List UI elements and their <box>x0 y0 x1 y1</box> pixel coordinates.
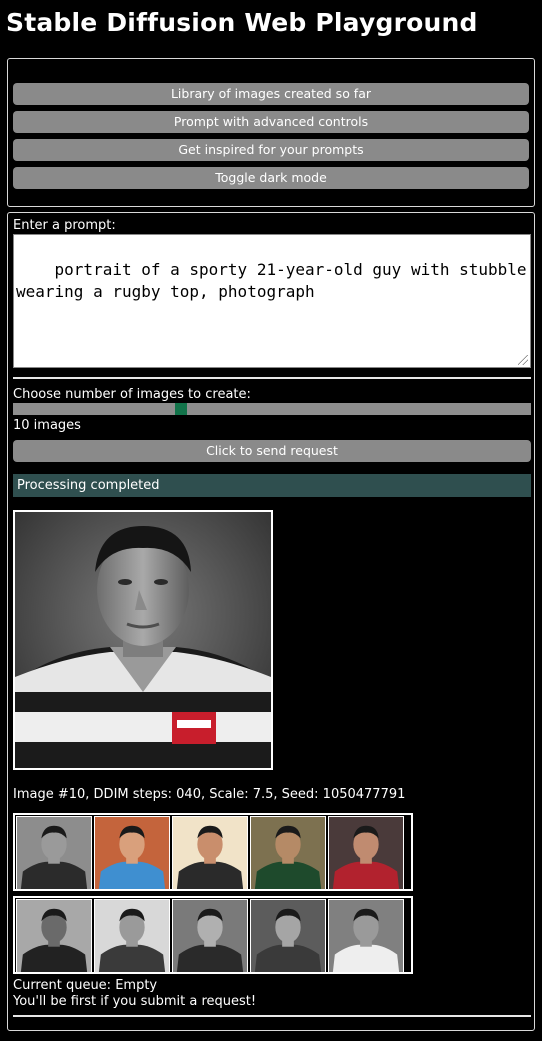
result-caption: Image #10, DDIM steps: 040, Scale: 7.5, … <box>13 787 406 802</box>
get-inspired-button[interactable]: Get inspired for your prompts <box>13 139 529 161</box>
thumbnail-image <box>95 900 169 972</box>
image-count-slider[interactable] <box>13 403 531 415</box>
thumb-9[interactable] <box>250 899 326 973</box>
thumbnail-image <box>173 900 247 972</box>
thumbnail-row-2 <box>13 896 413 974</box>
thumbnail-image <box>251 900 325 972</box>
thumb-5[interactable] <box>328 816 404 890</box>
main-panel: Enter a prompt: portrait of a sporty 21-… <box>7 212 535 1031</box>
thumbnail-image <box>95 817 169 889</box>
divider <box>13 377 531 379</box>
thumbnail-image <box>173 817 247 889</box>
thumb-6[interactable] <box>16 899 92 973</box>
send-request-button[interactable]: Click to send request <box>13 440 531 462</box>
thumbnail-image <box>251 817 325 889</box>
thumb-2[interactable] <box>94 816 170 890</box>
prompt-label: Enter a prompt: <box>13 218 116 233</box>
thumbnail-image <box>17 817 91 889</box>
prompt-textarea[interactable]: portrait of a sporty 21-year-old guy wit… <box>13 234 531 368</box>
toggle-dark-mode-button[interactable]: Toggle dark mode <box>13 167 529 189</box>
prompt-text: portrait of a sporty 21-year-old guy wit… <box>16 260 537 301</box>
result-image[interactable] <box>13 510 273 770</box>
image-count-value: 10 images <box>13 418 81 433</box>
thumbnail-row-1 <box>13 813 413 891</box>
status-bar: Processing completed <box>13 474 531 497</box>
library-button[interactable]: Library of images created so far <box>13 83 529 105</box>
divider-bottom <box>13 1015 531 1017</box>
thumb-10[interactable] <box>328 899 404 973</box>
thumbnail-image <box>329 900 403 972</box>
thumb-1[interactable] <box>16 816 92 890</box>
thumb-7[interactable] <box>94 899 170 973</box>
queue-status: Current queue: Empty <box>13 978 158 993</box>
portrait-image <box>15 512 271 768</box>
thumb-3[interactable] <box>172 816 248 890</box>
thumbnail-image <box>17 900 91 972</box>
slider-thumb[interactable] <box>175 403 187 415</box>
queue-message: You'll be first if you submit a request! <box>13 994 257 1009</box>
page-title: Stable Diffusion Web Playground <box>6 8 478 37</box>
thumb-8[interactable] <box>172 899 248 973</box>
resize-grip-icon[interactable] <box>518 355 528 365</box>
thumbnail-image <box>329 817 403 889</box>
nav-panel: Library of images created so far Prompt … <box>7 58 535 207</box>
advanced-controls-button[interactable]: Prompt with advanced controls <box>13 111 529 133</box>
image-count-label: Choose number of images to create: <box>13 387 251 402</box>
thumb-4[interactable] <box>250 816 326 890</box>
